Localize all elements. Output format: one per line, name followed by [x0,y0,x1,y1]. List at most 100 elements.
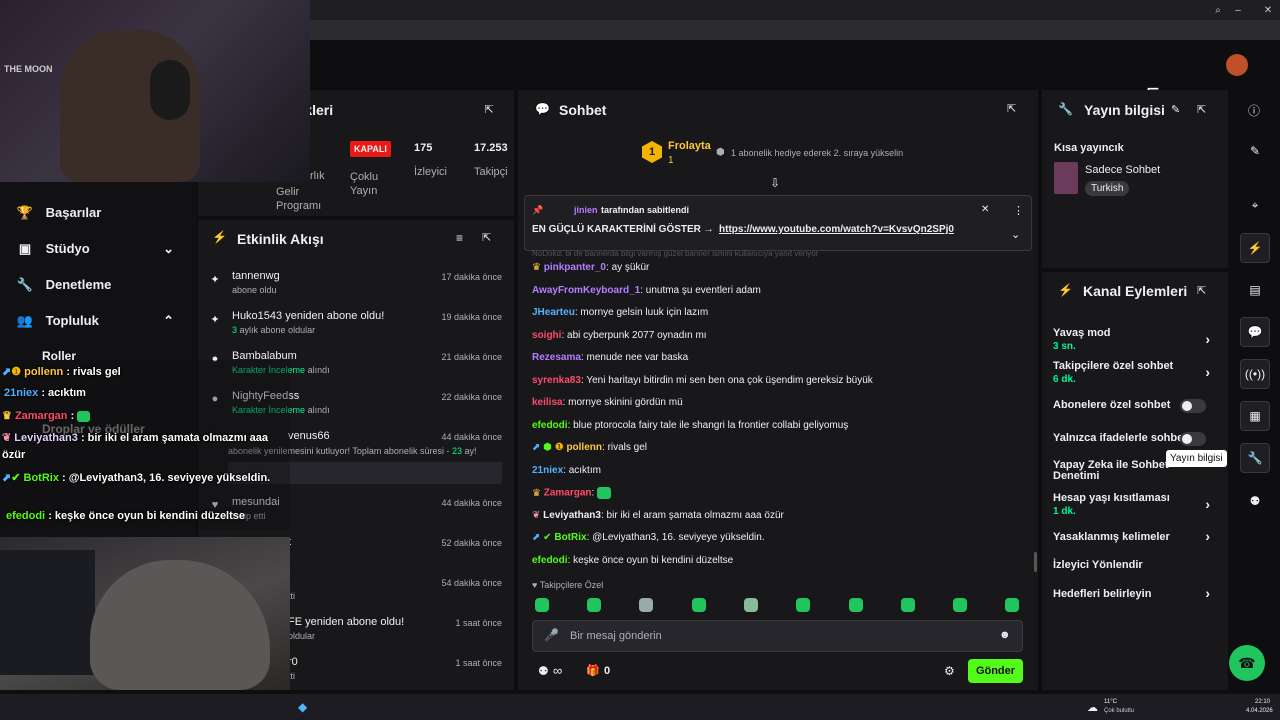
sidebar-item-studio[interactable]: ▣ Stüdyo ⌄ [18,241,188,259]
layout-rail-button[interactable]: ▦ [1240,401,1270,431]
popout-icon[interactable]: ⇱ [1007,102,1016,115]
chat-message[interactable]: efedodi: keşke önce oyun bi kendini düze… [532,555,733,566]
chat-rail-button[interactable]: 💬 [1240,317,1270,347]
stream-info-rail-button[interactable]: 🔧 [1240,443,1270,473]
chat-username[interactable]: Zamargan [544,488,592,499]
chat-username[interactable]: keilisa [532,397,563,408]
chat-message[interactable]: ♛ Zamargan: [532,487,612,499]
chevron-down-icon: ⌄ [163,241,174,256]
gear-icon[interactable]: ⚙ [944,664,955,678]
activity-item[interactable]: ✦ Huko1543 yeniden abone oldu! 3 aylık a… [198,306,504,346]
emote-icon[interactable] [692,598,706,612]
chat-username[interactable]: efedodi [532,420,568,431]
chat-message[interactable]: syrenka83: Yeni haritayı bitirdin mi sen… [532,375,873,386]
activity-sub: oldular [288,631,316,641]
chat-message[interactable]: 21niex: acıktım [532,465,601,476]
gift-box-icon[interactable]: 🎁 [586,664,600,677]
support-button[interactable]: ☎ [1229,645,1265,681]
filter-icon[interactable]: ≡ [456,231,463,245]
points-icon[interactable]: ⚉ [538,664,549,678]
action-slow-mode[interactable]: Yavaş mod 3 sn. › [1053,327,1218,353]
chat-username[interactable]: Rezesama [532,352,581,363]
popout-icon[interactable]: ⇱ [1197,284,1206,297]
action-goals[interactable]: Hedefleri belirleyin › [1053,585,1218,604]
screenshot-rail-button[interactable]: ⌖ [1240,190,1270,220]
chat-message[interactable]: efedodi: blue ptorocola fairy tale ile s… [532,420,848,431]
emote-icon[interactable] [744,598,758,612]
chat-username[interactable]: syrenka83 [532,375,581,386]
chat-message[interactable]: AwayFromKeyboard_1: unutma şu eventleri … [532,285,761,296]
more-options-icon[interactable]: ⋮ [1013,204,1024,217]
action-emote-only[interactable]: Yalnızca ifadelerle sohbet [1053,432,1218,448]
emote-icon[interactable] [587,598,601,612]
broadcast-rail-button[interactable]: ((•)) [1240,359,1270,389]
chat-message[interactable]: Rezesama: menude nee var baska [532,352,688,363]
chat-username[interactable]: pinkpanter_0 [544,262,606,273]
chat-message[interactable]: ⬈ ⬢ ❶ pollenn: rivals gel [532,442,647,453]
info-icon[interactable]: ⓘ [1248,102,1260,119]
action-subscribers-only[interactable]: Abonelere özel sohbet [1053,399,1218,415]
emote-icon[interactable] [901,598,915,612]
chat-scrollbar[interactable] [1034,552,1037,572]
scroll-down-icon[interactable]: ⇩ [770,176,780,190]
emote-icon[interactable] [639,598,653,612]
emote-icon[interactable] [1005,598,1019,612]
chat-username[interactable]: efedodi [532,555,568,566]
emote-icon[interactable] [535,598,549,612]
sidebar-item-community[interactable]: 👥 Topluluk ⌃ [17,313,188,331]
emote-only-toggle[interactable] [1180,432,1206,446]
popout-icon[interactable]: ⇱ [1197,103,1206,116]
language-tag[interactable]: Turkish [1085,181,1130,196]
pinned-message-link[interactable]: https://www.youtube.com/watch?v=KvsvQn2S… [719,224,954,235]
user-avatar[interactable] [1226,54,1248,76]
close-window-icon[interactable]: ✕ [1262,4,1274,16]
category-name[interactable]: Sadece Sohbet [1085,164,1160,176]
action-banned-words[interactable]: Yasaklanmış kelimeler › [1053,528,1218,547]
send-button[interactable]: Gönder [968,659,1023,683]
edit-icon[interactable]: ✎ [1171,103,1180,116]
overlay-chat-line: ♛ Zamargan : [2,409,91,422]
chat-username[interactable]: Leviyathan3 [543,510,601,521]
subscribers-only-toggle[interactable] [1180,399,1206,413]
notes-rail-button[interactable]: ▤ [1240,275,1270,305]
trophy-icon: 🏆 [16,205,34,220]
chat-message[interactable]: JHearteu: mornye gelsin luuk için lazım [532,307,708,318]
pinned-by-user[interactable]: jinien [574,205,598,215]
chat-message[interactable]: ❦ Leviyathan3: bir iki el aram şamata ol… [532,510,784,521]
minimize-icon[interactable]: – [1232,4,1244,16]
microphone-icon[interactable]: 🎤 [544,628,559,642]
emote-icon[interactable] [796,598,810,612]
chat-message[interactable]: ♛ pinkpanter_0: ay şükür [532,262,649,273]
edit-rail-button[interactable]: ✎ [1240,136,1270,166]
chat-input-placeholder[interactable]: Bir mesaj gönderin [570,630,662,642]
search-icon[interactable]: ⌕ [1212,4,1224,16]
activity-item[interactable]: ✦ tannenwg abone oldu 17 dakika önce [198,266,504,306]
chat-username[interactable]: JHearteu [532,307,575,318]
community-rail-button[interactable]: ⚉ [1240,486,1270,516]
chat-username[interactable]: pollenn [566,442,602,453]
top-gifter-name[interactable]: Frolayta [668,140,711,152]
popout-icon[interactable]: ⇱ [482,231,491,244]
emoji-icon[interactable]: ☻ [999,629,1011,641]
app-taskbar-icon[interactable]: ◆ [298,700,307,714]
chat-username[interactable]: 21niex [532,465,563,476]
popout-icon[interactable]: ⇱ [482,102,496,116]
emote-icon[interactable] [953,598,967,612]
chat-username[interactable]: soighi [532,330,561,341]
actions-rail-button[interactable]: ⚡ [1240,233,1270,263]
action-ai-moderation[interactable]: Yapay Zeka ile Sohbet Denetimi [1053,460,1173,486]
sidebar-item-moderation[interactable]: 🔧 Denetleme [17,277,188,295]
chat-message[interactable]: soighi: abi cyberpunk 2077 oynadın mı [532,330,707,341]
action-raid[interactable]: İzleyici Yönlendir [1053,559,1218,575]
pinned-message[interactable] [524,195,1032,251]
chat-username[interactable]: BotRix [554,532,586,543]
unpin-icon[interactable]: ✕ [981,204,989,215]
chevron-down-icon[interactable]: ⌄ [1011,228,1020,241]
chat-message[interactable]: ⬈ ✔ BotRix: @Leviyathan3, 16. seviyeye y… [532,532,765,543]
sidebar-item-achievements[interactable]: 🏆 Başarılar [16,205,188,223]
emote-icon[interactable] [849,598,863,612]
chat-username[interactable]: AwayFromKeyboard_1 [532,285,640,296]
action-followers-only[interactable]: Takipçilere özel sohbet 6 dk. › [1053,360,1218,386]
chat-message[interactable]: keilisa: mornye skinini gördün mü [532,397,683,408]
action-account-age[interactable]: Hesap yaşı kısıtlaması 1 dk. › [1053,492,1218,518]
